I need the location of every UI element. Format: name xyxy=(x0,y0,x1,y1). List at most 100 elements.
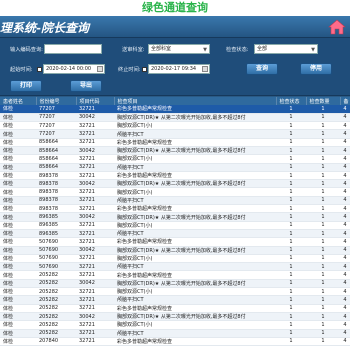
col-header[interactable]: 省份编号 xyxy=(36,97,77,105)
table-row[interactable]: 体检 507690 30042 胸部双源CT(DR)★ 从第二次曝光开始加收,最多不超… xyxy=(0,246,350,255)
end-checkbox[interactable] xyxy=(142,67,147,72)
col-header[interactable]: 检查状态 xyxy=(276,97,307,105)
table-cell: 32721 xyxy=(76,221,114,230)
table-row[interactable]: 体检 77207 30042 胸部双源CT(DR)★ 从第二次曝光开始加收,最多不超过… xyxy=(0,113,350,123)
table-row[interactable]: 体检 898378 32721 彩色多普勒超声常规检查 1 1 4 xyxy=(0,204,350,214)
table-cell: 体检 xyxy=(0,154,36,164)
table-row[interactable]: 体检 507690 32721 胸部双源CT(小) 1 1 4 xyxy=(0,254,350,264)
table-row[interactable]: 体检 898378 30042 胸部双源CT(DR)★ 从第二次曝光开始加收,最多不超… xyxy=(0,179,350,189)
col-header[interactable]: 检查项目 xyxy=(114,97,277,105)
table-cell: 32721 xyxy=(76,329,114,338)
table-cell: 1 xyxy=(276,196,306,206)
table-cell: 32721 xyxy=(76,138,114,148)
table-row[interactable]: 体检 896385 30042 胸部双源CT(DR)★ 从第二次曝光开始加收,最多不超… xyxy=(0,212,350,222)
table-row[interactable]: 体检 77207 32721 颅脑平扫CT 1 1 4 xyxy=(0,129,350,139)
table-cell: 1 xyxy=(306,154,340,164)
table-row[interactable]: 体检 205282 32721 彩色多普勒超声常规检查 1 1 4 xyxy=(0,304,350,313)
table-cell: 胸部双源CT(小) xyxy=(114,187,276,197)
table-cell: 77207 xyxy=(36,113,76,123)
table-cell: 30042 xyxy=(76,246,114,255)
table-cell: 胸部双源CT(DR)★ 从第二次曝光开始加收,最多不超过8付 xyxy=(114,312,276,322)
table-cell: 体检 xyxy=(0,163,36,172)
table-cell: 32721 xyxy=(76,121,114,131)
query-button[interactable]: 查询 xyxy=(246,63,278,75)
table-row[interactable]: 体检 205282 30042 胸部双源CT(DR)★ 从第二次曝光开始加收,最多不超… xyxy=(0,279,350,289)
col-header[interactable]: 备 xyxy=(340,97,350,105)
table-cell: 体检 xyxy=(0,304,36,313)
export-button[interactable]: 导出 xyxy=(70,80,102,92)
table-cell: 205282 xyxy=(36,329,76,338)
table-cell: 898378 xyxy=(36,179,76,189)
table-cell: 彩色多普勒超声常规检查 xyxy=(114,138,276,148)
calendar-icon[interactable] xyxy=(202,66,208,72)
table-cell: 1 xyxy=(306,329,340,338)
end-date-input[interactable]: 2020-02-17 09:34 xyxy=(148,64,210,74)
table-cell: 1 xyxy=(306,287,340,297)
table-cell: 4 xyxy=(340,270,350,280)
table-row[interactable]: 体检 205282 32721 颅脑平扫CT 1 1 4 xyxy=(0,295,350,305)
table-cell: 体检 xyxy=(0,262,36,272)
home-icon[interactable] xyxy=(328,18,346,36)
banner-title: 绿色通道查询 xyxy=(0,0,350,16)
table-row[interactable]: 体检 205282 32721 彩色多普勒超声常规检查 1 1 4 xyxy=(0,270,350,280)
table-cell: 体检 xyxy=(0,212,36,222)
table-cell: 30042 xyxy=(76,146,114,156)
col-header[interactable]: 检查数量 xyxy=(306,97,341,105)
table-cell: 4 xyxy=(340,105,350,114)
table-row[interactable]: 体检 896385 32721 颅脑平扫CT 1 1 4 xyxy=(0,229,350,239)
table-row[interactable]: 体检 858664 32721 颅脑平扫CT 1 1 4 xyxy=(0,163,350,172)
table-cell: 32721 xyxy=(76,204,114,214)
table-cell: 4 xyxy=(340,229,350,239)
table-cell: 1 xyxy=(306,129,340,139)
table-cell: 4 xyxy=(340,204,350,214)
table-cell: 体检 xyxy=(0,237,36,247)
col-header[interactable]: 患者姓名 xyxy=(0,97,37,105)
table-cell: 体检 xyxy=(0,221,36,230)
table-cell: 1 xyxy=(276,262,306,272)
table-cell: 胸部双源CT(小) xyxy=(114,320,276,330)
dept-select[interactable]: 全部科室 ▼ xyxy=(148,44,210,54)
table-row[interactable]: 体检 898378 32721 颅脑平扫CT 1 1 4 xyxy=(0,196,350,206)
table-row[interactable]: 体检 77207 32721 彩色多普勒超声常规检查 1 1 4 xyxy=(0,105,350,114)
table-row[interactable]: 体检 205282 30042 胸部双源CT(DR)★ 从第二次曝光开始加收,最多不超… xyxy=(0,312,350,322)
table-row[interactable]: 体检 205282 32721 胸部双源CT(小) 1 1 4 xyxy=(0,287,350,297)
dept-select-value: 全部科室 xyxy=(151,46,172,52)
table-cell: 4 xyxy=(340,138,350,148)
table-row[interactable]: 体检 507690 32721 颅脑平扫CT 1 1 4 xyxy=(0,262,350,272)
print-button[interactable]: 打印 xyxy=(10,80,42,92)
table-cell: 体检 xyxy=(0,121,36,131)
table-cell: 32721 xyxy=(76,171,114,181)
table-cell: 体检 xyxy=(0,312,36,322)
table-cell: 胸部双源CT(DR)★ 从第二次曝光开始加收,最多不超过8付 xyxy=(114,179,276,189)
calendar-icon[interactable] xyxy=(97,66,103,72)
table-cell: 30042 xyxy=(76,113,114,123)
status-select[interactable]: 全部 ▼ xyxy=(254,44,318,54)
table-row[interactable]: 体检 898378 32721 彩色多普勒超声常规检查 1 1 4 xyxy=(0,171,350,181)
table-cell: 32721 xyxy=(76,105,114,114)
table-row[interactable]: 体检 205282 32721 胸部双源CT(小) 1 1 4 xyxy=(0,320,350,330)
col-header[interactable]: 项目代码 xyxy=(76,97,115,105)
table-row[interactable]: 体检 507690 32721 彩色多普勒超声常规检查 1 1 4 xyxy=(0,237,350,247)
table-cell: 1 xyxy=(276,270,306,280)
table-row[interactable]: 体检 896385 32721 胸部双源CT(小) 1 1 4 xyxy=(0,221,350,230)
table-cell: 1 xyxy=(276,113,306,123)
table-row[interactable]: 体检 858664 32721 彩色多普勒超声常规检查 1 1 4 xyxy=(0,138,350,148)
table-cell: 858664 xyxy=(36,138,76,148)
start-checkbox[interactable] xyxy=(37,67,42,72)
table-row[interactable]: 体检 207840 32721 彩色多普勒超声常规检查 1 1 4 xyxy=(0,337,350,347)
table-row[interactable]: 体检 858664 30042 胸部双源CT(DR)★ 从第二次曝光开始加收,最多不超… xyxy=(0,146,350,156)
table-cell: 4 xyxy=(340,121,350,131)
table-cell: 32721 xyxy=(76,154,114,164)
table-cell: 体检 xyxy=(0,295,36,305)
table-row[interactable]: 体检 898378 32721 胸部双源CT(小) 1 1 4 xyxy=(0,187,350,197)
start-date-input[interactable]: 2020-02-14 00:00 xyxy=(43,64,105,74)
table-cell: 体检 xyxy=(0,246,36,255)
table-cell: 1 xyxy=(276,229,306,239)
code-input[interactable] xyxy=(44,44,102,54)
code-label: 输入编码查询: xyxy=(10,47,43,53)
table-row[interactable]: 体检 858664 32721 胸部双源CT(小) 1 1 4 xyxy=(0,154,350,164)
table-row[interactable]: 体检 77207 32721 胸部双源CT(小) 1 1 4 xyxy=(0,121,350,131)
table-cell: 体检 xyxy=(0,270,36,280)
stop-button[interactable]: 停用 xyxy=(300,63,332,75)
table-row[interactable]: 体检 205282 32721 颅脑平扫CT 1 1 4 xyxy=(0,329,350,338)
